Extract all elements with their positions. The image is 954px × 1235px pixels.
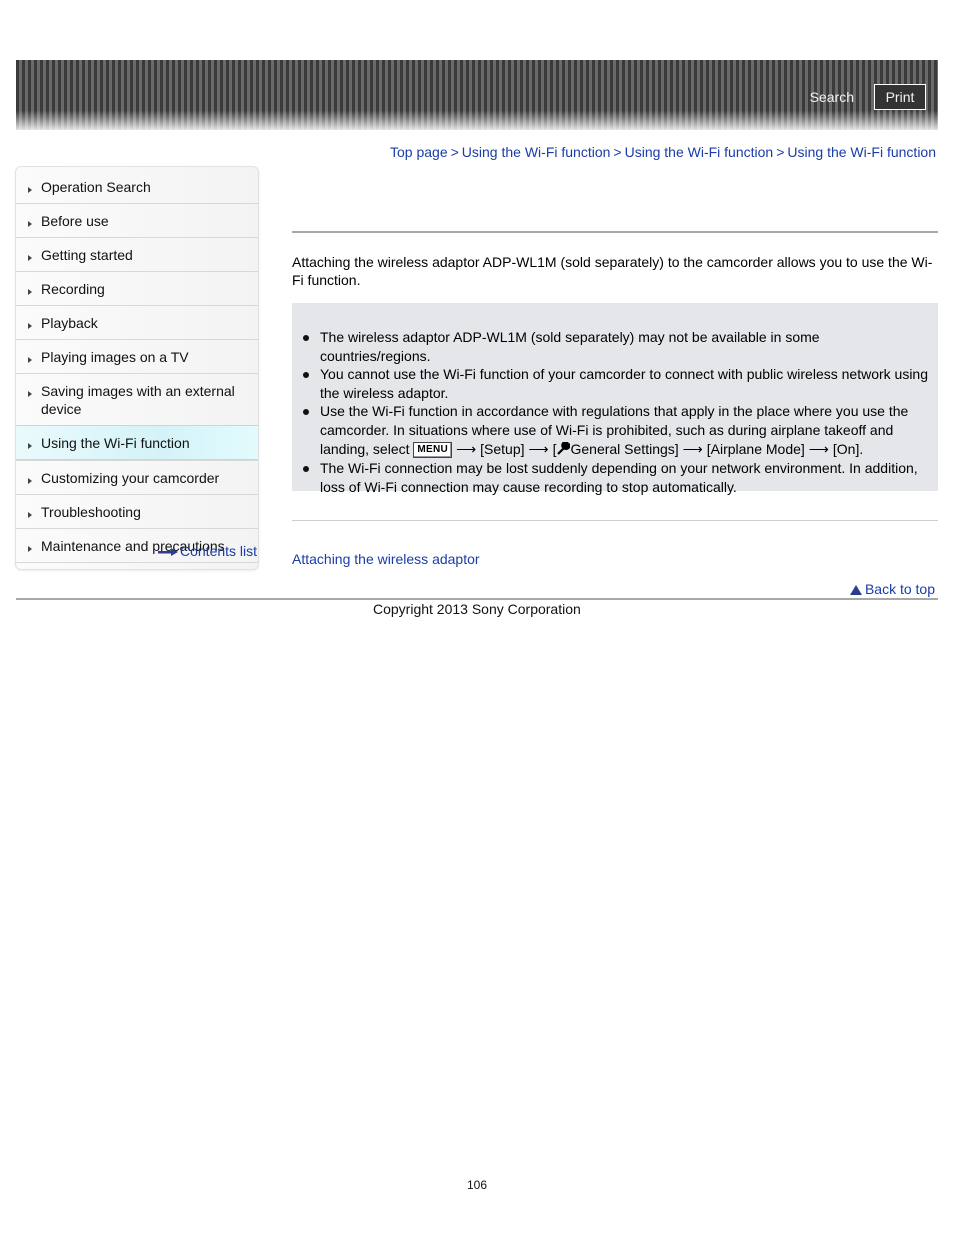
sidebar-nav: Operation Search Before use Getting star…	[15, 166, 259, 570]
step-setup: [Setup]	[480, 441, 525, 457]
note-item: The wireless adaptor ADP-WL1M (sold sepa…	[303, 328, 932, 365]
sidebar-item-label: Operation Search	[41, 179, 151, 195]
contents-list-link[interactable]: Contents list	[158, 543, 257, 559]
bullet-icon	[303, 372, 309, 378]
bullet-icon	[303, 409, 309, 415]
back-to-top-label: Back to top	[864, 581, 935, 597]
sidebar-item-wifi-function[interactable]: Using the Wi-Fi function	[16, 425, 258, 460]
back-to-top-link[interactable]: Back to top	[849, 581, 935, 597]
sidebar-item-label: Playback	[41, 315, 98, 331]
arrow-right-icon	[158, 548, 178, 557]
note-item: You cannot use the Wi-Fi function of you…	[303, 365, 932, 402]
intro-text: Attaching the wireless adaptor ADP-WL1M …	[292, 254, 933, 288]
note-item: Use the Wi-Fi function in accordance wit…	[303, 402, 932, 459]
arrow-icon: ⟶	[528, 441, 549, 457]
related-link-attaching-adaptor[interactable]: Attaching the wireless adaptor	[292, 551, 480, 567]
footer-divider	[16, 598, 938, 600]
notes-box: The wireless adaptor ADP-WL1M (sold sepa…	[292, 303, 938, 495]
wrench-icon	[557, 442, 571, 455]
sidebar-item-playing-images-tv[interactable]: Playing images on a TV	[16, 339, 258, 373]
sidebar-item-playback[interactable]: Playback	[16, 305, 258, 339]
note-text: The Wi-Fi connection may be lost suddenl…	[320, 460, 918, 495]
sidebar-item-customizing[interactable]: Customizing your camcorder	[16, 460, 258, 494]
sidebar-item-saving-images[interactable]: Saving images with an external device	[16, 373, 258, 425]
step-airplane-mode: [Airplane Mode]	[706, 441, 805, 457]
page-number: 106	[466, 1178, 488, 1192]
caret-right-icon	[28, 289, 32, 295]
sidebar-item-label: Saving images with an external device	[41, 383, 235, 417]
caret-right-icon	[28, 391, 32, 397]
step-on: [On].	[832, 441, 864, 457]
search-link[interactable]: Search	[810, 89, 854, 105]
step-general-settings: General Settings]	[570, 441, 679, 457]
header-banner: Search Print	[16, 60, 938, 130]
caret-right-icon	[28, 546, 32, 552]
caret-right-icon	[28, 221, 32, 227]
contents-list-label: Contents list	[180, 543, 258, 559]
sidebar-item-label: Troubleshooting	[41, 504, 141, 520]
sidebar-item-label: Before use	[41, 213, 109, 229]
divider	[292, 231, 938, 233]
note-item: The Wi-Fi connection may be lost suddenl…	[303, 459, 932, 496]
caret-right-icon	[28, 357, 32, 363]
breadcrumb: Top page > Using the Wi-Fi function > Using …	[390, 144, 936, 160]
caret-right-icon	[28, 512, 32, 518]
sidebar-item-getting-started[interactable]: Getting started	[16, 237, 258, 271]
note-text: You cannot use the Wi-Fi function of you…	[320, 366, 929, 401]
arrow-icon: ⟶	[808, 441, 829, 457]
sidebar-item-label: Recording	[41, 281, 105, 297]
caret-right-icon	[28, 478, 32, 484]
menu-button-icon: MENU	[413, 442, 453, 458]
caret-right-icon	[28, 323, 32, 329]
sidebar-item-recording[interactable]: Recording	[16, 271, 258, 305]
triangle-up-icon	[849, 585, 862, 595]
divider	[292, 520, 938, 521]
breadcrumb-separator: >	[450, 144, 459, 160]
caret-right-icon	[28, 443, 32, 449]
sidebar-item-troubleshooting[interactable]: Troubleshooting	[16, 494, 258, 528]
copyright-text: Copyright 2013 Sony Corporation	[373, 601, 581, 617]
arrow-icon: ⟶	[682, 441, 703, 457]
sidebar-item-label: Customizing your camcorder	[41, 470, 220, 486]
caret-right-icon	[28, 187, 32, 193]
sidebar-item-label: Getting started	[41, 247, 133, 263]
breadcrumb-separator: >	[613, 144, 622, 160]
bullet-icon	[303, 466, 309, 472]
note-text: The wireless adaptor ADP-WL1M (sold sepa…	[320, 329, 820, 364]
sidebar-item-before-use[interactable]: Before use	[16, 203, 258, 237]
breadcrumb-top-page[interactable]: Top page	[390, 144, 448, 160]
sidebar-bottom	[16, 562, 258, 569]
bullet-icon	[303, 335, 309, 341]
print-button[interactable]: Print	[874, 84, 926, 110]
caret-right-icon	[28, 255, 32, 261]
breadcrumb-wifi-2[interactable]: Using the Wi-Fi function	[625, 144, 774, 160]
sidebar-item-label: Playing images on a TV	[41, 349, 189, 365]
breadcrumb-wifi-1[interactable]: Using the Wi-Fi function	[462, 144, 611, 160]
sidebar-item-label: Using the Wi-Fi function	[41, 435, 190, 451]
arrow-icon: ⟶	[456, 441, 477, 457]
sidebar-item-operation-search[interactable]: Operation Search	[16, 167, 258, 203]
breadcrumb-wifi-3[interactable]: Using the Wi-Fi function	[787, 144, 936, 160]
breadcrumb-separator: >	[776, 144, 785, 160]
